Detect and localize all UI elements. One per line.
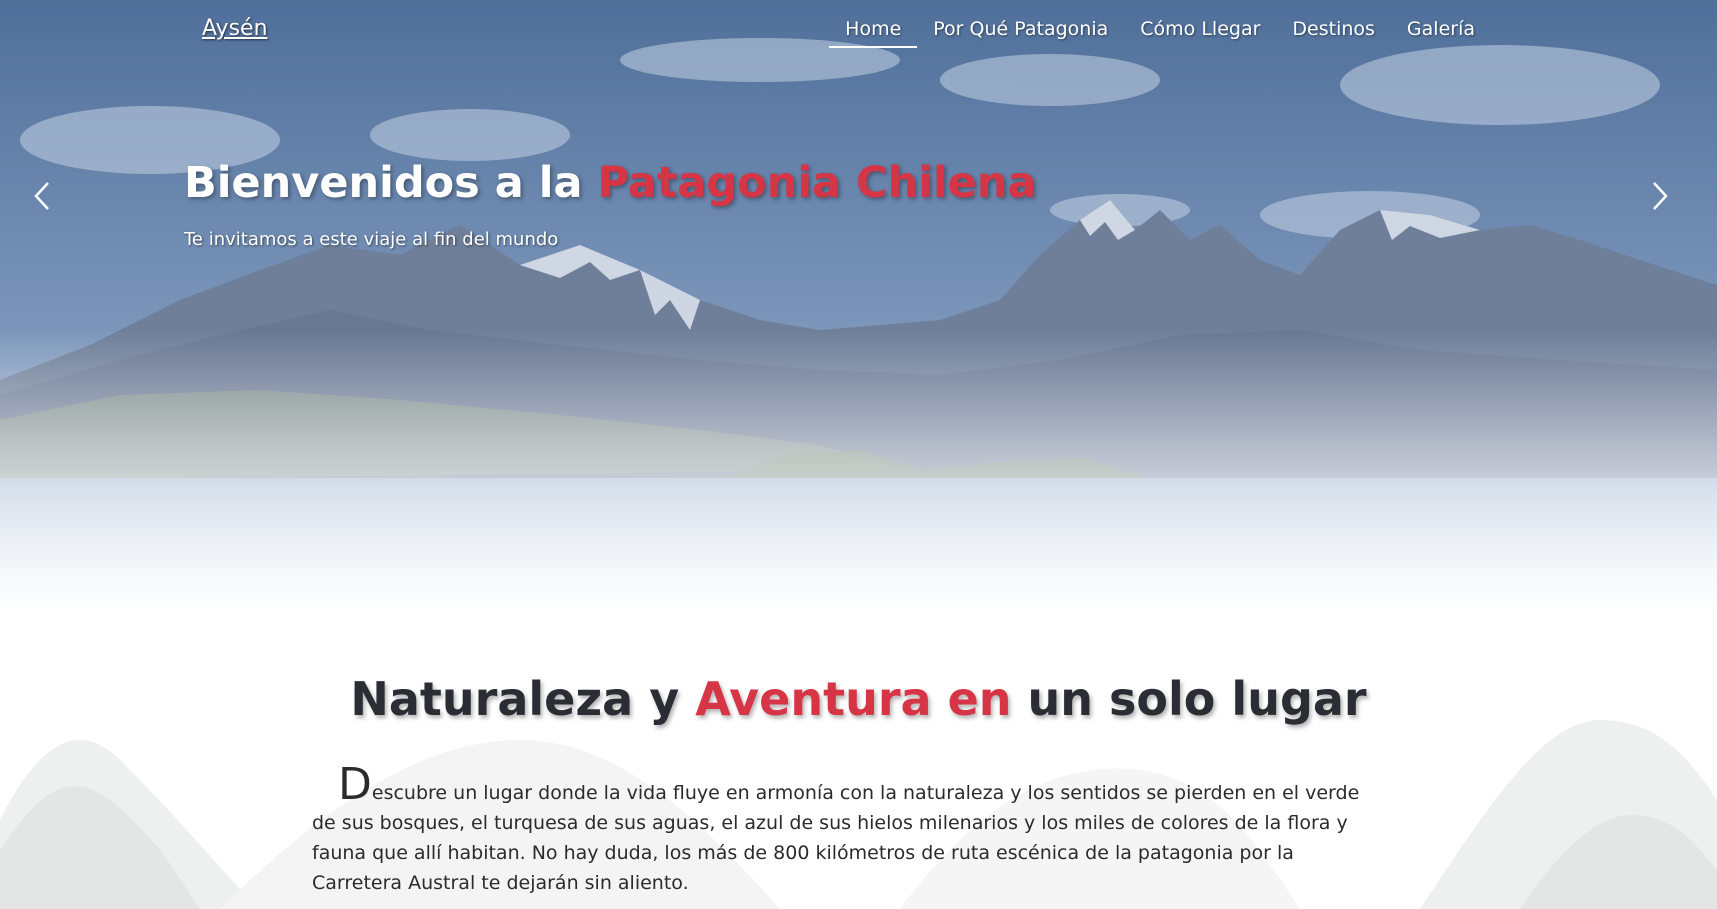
section-title-end: un solo lugar [1011, 672, 1367, 726]
nav-item-como-llegar[interactable]: Cómo Llegar [1124, 18, 1276, 48]
drop-cap: D [338, 759, 372, 810]
nav-item-destinos[interactable]: Destinos [1276, 18, 1391, 48]
section-title-start: Naturaleza y [350, 672, 696, 726]
intro-text: escubre un lugar donde la vida fluye en … [312, 782, 1360, 894]
brand-link[interactable]: Aysén [202, 16, 268, 41]
hero-title: Bienvenidos a la Patagonia Chilena [184, 158, 1037, 208]
nav-item-home[interactable]: Home [829, 18, 918, 48]
chevron-left-icon [34, 182, 49, 210]
hero-title-accent: Patagonia Chilena [597, 158, 1037, 208]
section-title-accent: Aventura en [695, 672, 1012, 726]
hero-title-start: Bienvenidos a la [184, 158, 598, 208]
navbar: Aysén Home Por Qué Patagonia Cómo Llegar… [0, 0, 1717, 62]
carousel-next-button[interactable] [1644, 175, 1674, 217]
nav-item-galeria[interactable]: Galería [1391, 18, 1491, 48]
nav-menu: Home Por Qué Patagonia Cómo Llegar Desti… [829, 18, 1491, 48]
hero-background-image [0, 0, 1717, 612]
hero-subtitle: Te invitamos a este viaje al fin del mun… [184, 229, 559, 250]
carousel-prev-button[interactable] [28, 175, 58, 217]
intro-paragraph: Descubre un lugar donde la vida fluye en… [312, 763, 1382, 898]
hero-carousel: Aysén Home Por Qué Patagonia Cómo Llegar… [0, 0, 1717, 612]
section-title: Naturaleza y Aventura en un solo lugar [0, 672, 1717, 726]
nav-item-por-que-patagonia[interactable]: Por Qué Patagonia [917, 18, 1124, 48]
chevron-right-icon [1653, 182, 1668, 210]
